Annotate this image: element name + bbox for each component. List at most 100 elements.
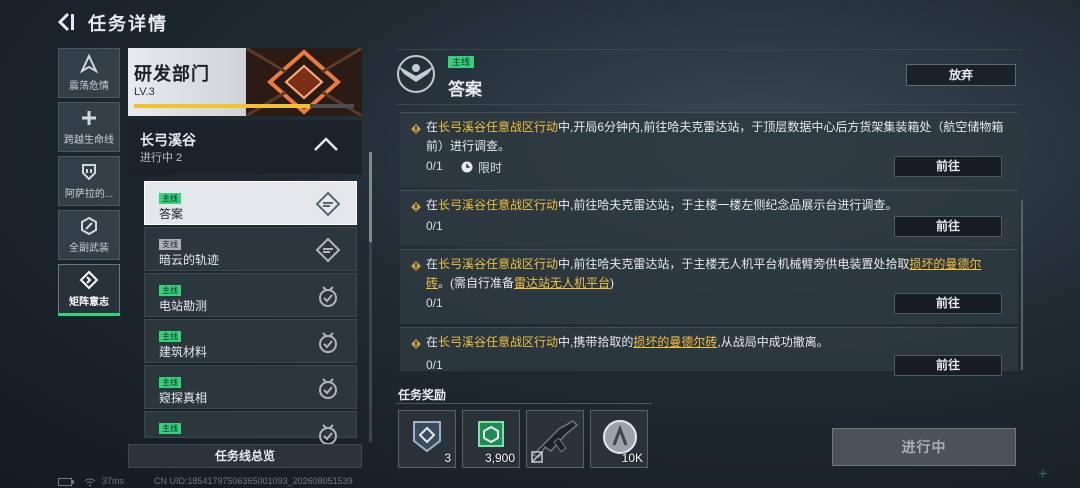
reward-count: 10K [621,451,643,465]
rewards-title: 任务奖励 [398,388,447,402]
objective-text-part: 中,前往哈夫克雷达站，于主楼一楼左侧纪念品展示台进行调查。 [558,198,898,212]
quest-name: 答案 [159,207,184,221]
reward-item[interactable]: 10K [590,410,648,468]
hex-slash-icon [81,216,97,236]
quest-type-tag: 主线 [159,285,181,296]
quest-name: 建筑材料 [159,345,208,359]
triangle-a-icon [79,54,99,74]
locked-slash-icon [531,451,543,463]
department-progress-fill [134,104,310,108]
quest-type-tag: 主线 [159,423,181,434]
info-icon [411,202,421,212]
reward-count: 3,900 [484,451,515,465]
objective-item: 在长弓溪谷任意战区行动中,前往哈夫克雷达站，于主楼一楼左侧纪念品展示台进行调查。… [400,190,1018,246]
reward-item[interactable] [526,410,584,468]
quest-group-name: 长弓溪谷 [140,132,196,148]
time-limit-label: 限时 [478,161,503,175]
eagle-emblem-icon [397,55,435,93]
objective-text-part: 中,前往哈夫克雷达站，于主楼无人机平台机械臂旁供电装置处拾取 [558,257,910,271]
objectives-scrollbar[interactable] [1021,200,1023,370]
info-icon [411,261,421,271]
tab-kuayue[interactable]: 跨越生命线 [58,102,120,152]
diamond-arrows-icon [79,270,99,290]
map-highlight: 长弓溪谷任意战区行动 [438,335,559,349]
objective-progress: 0/1 [426,296,443,310]
matrix-badge-icon [413,421,441,453]
tab-label: 震荡危情 [69,81,109,92]
quest-list-scroll-thumb[interactable] [369,152,372,242]
chevron-up-icon[interactable] [312,136,340,152]
map-highlight: 长弓溪谷任意战区行动 [438,198,559,212]
goto-button[interactable]: 前往 [894,355,1002,376]
quest-group-status: 进行中 2 [140,152,183,164]
objective-text: 在长弓溪谷任意战区行动中,开局6分钟内,前往哈夫克雷达站，于顶层数据中心后方货架… [426,118,1004,156]
divider [396,49,1022,50]
tab-quanfu[interactable]: 全副武装 [58,210,120,260]
tab-label: 全副武装 [69,243,109,254]
in-progress-button[interactable]: 进行中 [832,428,1016,466]
quest-line-overview-button[interactable]: 任务线总览 [128,444,362,468]
abandon-button[interactable]: 放弃 [906,64,1016,86]
quest-list-item[interactable]: 主线 答案 [144,181,357,225]
objective-text-part: 中,携带拾取的 [558,335,634,349]
item-link[interactable]: 损坏的曼德尔砖 [633,335,717,349]
objective-progress: 0/1 [426,159,443,173]
quest-list-item[interactable]: 支线 暗云的轨迹 [144,227,357,271]
goto-button[interactable]: 前往 [894,293,1002,314]
objective-text-part: 在 [426,120,439,134]
quest-list-item[interactable]: 主线 电站勘测 [144,273,357,317]
divider [396,403,652,404]
battery-icon [58,478,74,486]
objective-item: 在长弓溪谷任意战区行动中,携带拾取的损坏的曼德尔砖,从战局中成功撤离。 0/1 前往 [400,327,1018,376]
tab-label: 矩阵意志 [69,297,109,308]
map-highlight: 长弓溪谷任意战区行动 [438,257,559,271]
shield-down-icon [82,164,96,181]
objective-text-part: ,从战局中成功撤离。 [717,335,829,349]
divider [396,104,1022,105]
corner-plus-icon: + [1038,466,1048,483]
goto-button[interactable]: 前往 [894,156,1002,177]
tab-label: 跨越生命线 [64,135,114,146]
quest-complete-icon [319,332,337,353]
quest-type-tag: 支线 [159,239,181,250]
quest-list-item[interactable]: 主线 [144,411,357,445]
objective-text: 在长弓溪谷任意战区行动中,前往哈夫克雷达站，于主楼一楼左侧纪念品展示台进行调查。 [426,196,1004,215]
info-icon [411,339,421,349]
quest-active-icon [315,191,341,217]
ping-text: 37ms [102,476,125,486]
quest-complete-icon [319,378,337,399]
green-crate-icon [478,421,504,447]
objective-item: 在长弓溪谷任意战区行动中,开局6分钟内,前往哈夫克雷达站，于顶层数据中心后方货架… [400,112,1018,187]
objective-text-part: 在 [426,198,439,212]
clock-icon [461,161,473,173]
objective-text-part: ) [610,276,615,290]
quest-type-tag: 主线 [448,56,475,68]
tab-zhendang[interactable]: 震荡危情 [58,48,120,98]
quest-type-tag: 主线 [159,193,181,204]
goto-button[interactable]: 前往 [894,216,1002,237]
back-arrow-icon[interactable] [56,12,78,32]
tab-asala[interactable]: 阿萨拉的... [58,156,120,206]
tab-juzhen[interactable]: 矩阵意志 [58,264,120,314]
reward-item[interactable]: 3,900 [462,410,520,468]
objective-text-part: 在 [426,335,439,349]
objective-text-part: 在 [426,257,439,271]
objective-text-part: 。(需自行准备 [438,276,515,290]
reward-item[interactable]: 3 [398,410,456,468]
item-link[interactable]: 雷达站无人机平台 [514,276,610,290]
quest-complete-icon [319,286,337,307]
objective-text: 在长弓溪谷任意战区行动中,携带拾取的损坏的曼德尔砖,从战局中成功撤离。 [426,333,1004,352]
department-name: 研发部门 [134,64,210,84]
quest-type-tag: 主线 [159,377,181,388]
quest-title: 答案 [448,80,482,99]
plus-cross-icon [82,111,96,125]
quest-active-icon [315,237,341,263]
quest-list-item[interactable]: 主线 窥探真相 [144,365,357,409]
tab-label: 阿萨拉的... [64,189,114,200]
map-highlight: 长弓溪谷任意战区行动 [438,120,559,134]
quest-name: 窥探真相 [159,391,208,405]
quest-name: 暗云的轨迹 [159,253,220,267]
objective-text: 在长弓溪谷任意战区行动中,前往哈夫克雷达站，于主楼无人机平台机械臂旁供电装置处拾… [426,255,1004,293]
quest-list-item[interactable]: 主线 建筑材料 [144,319,357,363]
objective-progress: 0/1 [426,358,443,372]
